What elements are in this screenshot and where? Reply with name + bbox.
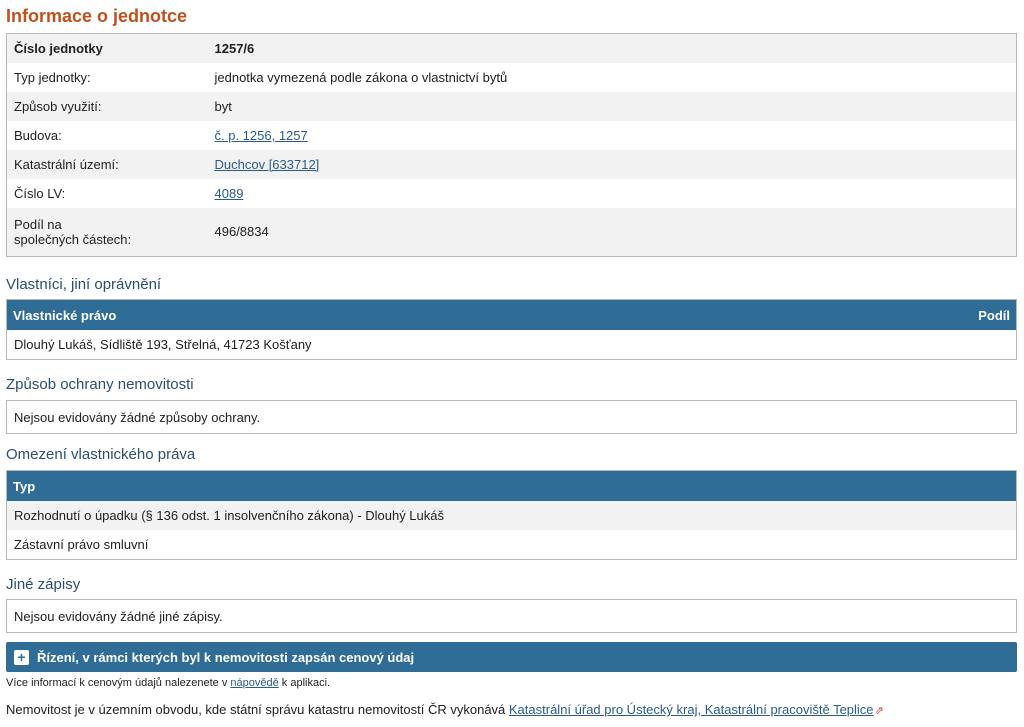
info-value: 1257/6 bbox=[214, 40, 255, 56]
page-title: Informace o jednotce bbox=[6, 6, 188, 26]
restriction-row: Zástavní právo smluvní bbox=[7, 530, 1016, 559]
unit-info-page: Informace o jednotce Číslo jednotky 1257… bbox=[6, 0, 1017, 717]
info-label-line: společných částech: bbox=[14, 231, 132, 247]
info-row-usage: Způsob využití: byt bbox=[6, 91, 1017, 121]
protection-section-title: Způsob ochrany nemovitosti bbox=[6, 376, 194, 393]
help-link[interactable]: nápovědě bbox=[230, 677, 278, 689]
cadastral-area-link[interactable]: Duchcov [633712] bbox=[215, 157, 320, 172]
lv-number-link[interactable]: 4089 bbox=[215, 186, 244, 201]
info-label: Podíl na společných částech: bbox=[7, 208, 208, 257]
owners-header: Vlastnické právo Podíl bbox=[7, 300, 1016, 330]
cadastral-office-link[interactable]: Katastrální úřad pro Ústecký kraj, Katas… bbox=[509, 702, 874, 717]
info-label: Budova: bbox=[14, 127, 62, 143]
owner-row: Dlouhý Lukáš, Sídliště 193, Střelná, 417… bbox=[7, 330, 1016, 359]
price-records-expander[interactable]: + Řízení, v rámci kterých byl k nemovito… bbox=[6, 642, 1017, 672]
help-note: Více informací k cenovým údajů nalezenet… bbox=[6, 677, 330, 689]
other-records-box: Nejsou evidovány žádné jiné zápisy. bbox=[6, 599, 1017, 633]
restrictions-header: Typ bbox=[7, 471, 1016, 501]
restriction-row: Rozhodnutí o úpadku (§ 136 odst. 1 insol… bbox=[7, 501, 1016, 530]
restrictions-section-title: Omezení vlastnického práva bbox=[6, 446, 196, 463]
info-row-cadastral-area: Katastrální území: Duchcov [633712] bbox=[6, 149, 1017, 179]
other-records-section-title: Jiné zápisy bbox=[6, 576, 81, 593]
info-label: Typ jednotky: bbox=[14, 69, 91, 85]
help-note-text: Více informací k cenovým údajů nalezenet… bbox=[6, 677, 231, 689]
footer-note: Nemovitost je v územním obvodu, kde stát… bbox=[6, 702, 884, 717]
info-value: byt bbox=[214, 98, 232, 114]
info-row-unit-type: Typ jednotky: jednotka vymezená podle zá… bbox=[6, 62, 1017, 92]
owners-section-title: Vlastníci, jiní oprávnění bbox=[6, 276, 162, 293]
info-row-common-share: Podíl na společných částech: 496/8834 bbox=[6, 207, 1017, 257]
info-label: Způsob využití: bbox=[14, 98, 102, 114]
owners-table: Vlastnické právo Podíl Dlouhý Lukáš, Síd… bbox=[6, 299, 1017, 360]
building-link[interactable]: č. p. 1256, 1257 bbox=[215, 128, 308, 143]
info-label: Číslo LV: bbox=[14, 185, 66, 201]
owners-header-share-label: Podíl bbox=[978, 307, 1010, 323]
info-row-building: Budova: č. p. 1256, 1257 bbox=[6, 120, 1017, 150]
restrictions-table: Typ Rozhodnutí o úpadku (§ 136 odst. 1 i… bbox=[6, 470, 1017, 560]
info-value: jednotka vymezená podle zákona o vlastni… bbox=[214, 69, 508, 85]
restrictions-header-type-label: Typ bbox=[13, 478, 36, 494]
info-label: Číslo jednotky bbox=[14, 40, 103, 56]
footer-text: Nemovitost je v územním obvodu, kde stát… bbox=[6, 702, 509, 717]
protection-box: Nejsou evidovány žádné způsoby ochrany. bbox=[6, 400, 1017, 434]
owners-header-right-label: Vlastnické právo bbox=[13, 307, 117, 323]
info-row-unit-number: Číslo jednotky 1257/6 bbox=[6, 33, 1017, 63]
price-records-label: Řízení, v rámci kterých byl k nemovitost… bbox=[37, 649, 415, 665]
info-label-line: Podíl na bbox=[14, 216, 62, 232]
info-label: Katastrální území: bbox=[14, 156, 119, 172]
info-value: 496/8834 bbox=[214, 224, 269, 240]
info-row-lv-number: Číslo LV: 4089 bbox=[6, 178, 1017, 208]
external-link-icon[interactable]: ⇗ bbox=[875, 705, 884, 717]
plus-icon[interactable]: + bbox=[14, 649, 29, 665]
protection-text: Nejsou evidovány žádné způsoby ochrany. bbox=[7, 401, 1016, 433]
other-records-text: Nejsou evidovány žádné jiné zápisy. bbox=[7, 600, 1016, 632]
help-note-text-end: k aplikaci. bbox=[278, 677, 331, 689]
unit-info-table: Číslo jednotky 1257/6 Typ jednotky: jedn… bbox=[6, 33, 1017, 257]
